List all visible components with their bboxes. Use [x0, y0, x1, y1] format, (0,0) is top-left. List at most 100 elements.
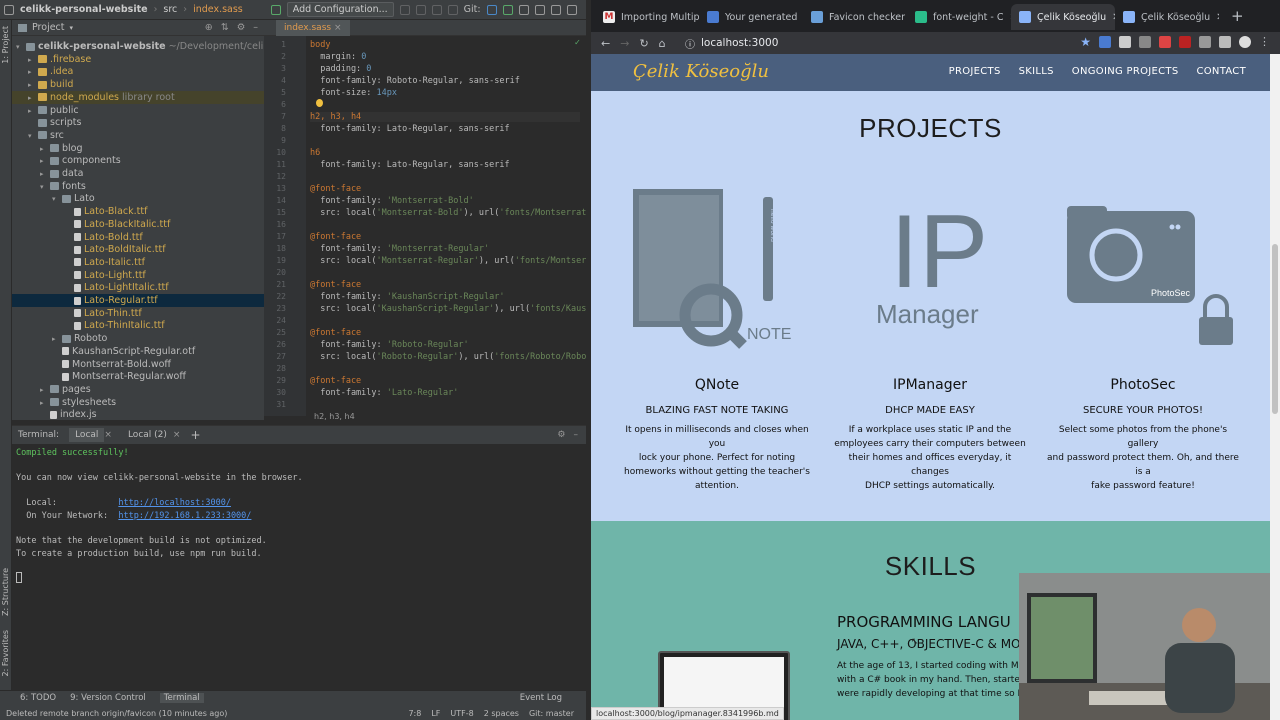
extension-icon[interactable]: [1139, 36, 1151, 48]
tree-file[interactable]: Montserrat-Bold.woff: [12, 358, 264, 371]
tree-file[interactable]: Lato-Regular.ttf: [12, 294, 264, 307]
add-configuration-button[interactable]: Add Configuration...: [286, 2, 394, 17]
qnote-logo[interactable]: hello world NOTE: [631, 189, 801, 349]
reload-icon[interactable]: ↻: [639, 37, 648, 50]
tree-folder[interactable]: ▸ .firebase: [12, 53, 264, 66]
locate-icon[interactable]: ⊕: [205, 22, 213, 33]
tool-window-project[interactable]: 1: Project: [1, 26, 10, 64]
tree-file[interactable]: Lato-BlackItalic.ttf: [12, 218, 264, 231]
git-branch[interactable]: Git: master: [529, 709, 574, 718]
nav-link-contact[interactable]: CONTACT: [1196, 66, 1246, 77]
editor-breadcrumb[interactable]: h2, h3, h4: [314, 412, 355, 421]
stop-icon[interactable]: [447, 4, 458, 15]
tree-file[interactable]: Lato-Bold.ttf: [12, 231, 264, 244]
gear-icon[interactable]: ⚙: [557, 430, 565, 440]
tree-folder[interactable]: ▸ components: [12, 154, 264, 167]
close-icon[interactable]: ×: [104, 430, 112, 440]
profile-avatar-icon[interactable]: [1239, 36, 1251, 48]
breadcrumb-project[interactable]: celikk-personal-website: [20, 4, 148, 15]
browser-tab[interactable]: Çelik Köseoğlu✕: [1115, 4, 1219, 30]
tree-file[interactable]: Montserrat-Regular.woff: [12, 370, 264, 383]
build-hammer-icon[interactable]: [270, 4, 281, 15]
search-everywhere-icon[interactable]: [566, 4, 577, 15]
git-update-icon[interactable]: [486, 4, 497, 15]
indent-setting[interactable]: 2 spaces: [484, 709, 519, 718]
close-icon[interactable]: ✕: [1216, 12, 1219, 23]
home-icon[interactable]: ⌂: [659, 37, 666, 50]
ipmanager-logo[interactable]: IP Manager: [845, 189, 1015, 349]
back-icon[interactable]: ←: [601, 37, 610, 50]
browser-tab[interactable]: Your generated✕: [699, 4, 803, 30]
tree-folder[interactable]: ▸ build: [12, 78, 264, 91]
page-scrollbar[interactable]: [1270, 54, 1280, 720]
project-name-ipmanager[interactable]: IPManager: [830, 377, 1030, 393]
tree-file[interactable]: index.js: [12, 408, 264, 421]
browser-tab[interactable]: MImporting Multip✕: [595, 4, 699, 30]
breadcrumb-file[interactable]: index.sass: [193, 4, 243, 15]
debug-icon[interactable]: [415, 4, 426, 15]
forward-icon[interactable]: →: [620, 37, 629, 50]
git-commit-icon[interactable]: [502, 4, 513, 15]
tree-file[interactable]: Lato-LightItalic.ttf: [12, 281, 264, 294]
project-name-qnote[interactable]: QNote: [617, 377, 817, 393]
translate-extension-icon[interactable]: [1099, 36, 1111, 48]
terminal-tab-local-2[interactable]: Local (2): [122, 428, 173, 442]
git-revert-icon[interactable]: [534, 4, 545, 15]
todo-button[interactable]: 6: TODO: [20, 693, 56, 703]
tree-folder[interactable]: ▸ node_modules library root: [12, 90, 264, 104]
tree-file[interactable]: Lato-Italic.ttf: [12, 256, 264, 269]
tree-file[interactable]: Lato-Black.ttf: [12, 205, 264, 218]
browser-tab[interactable]: font-weight - C✕: [907, 4, 1011, 30]
terminal-button[interactable]: Terminal: [159, 693, 204, 703]
tree-folder[interactable]: ▸ pages: [12, 383, 264, 396]
extension-icon[interactable]: [1119, 36, 1131, 48]
hide-icon[interactable]: –: [574, 430, 579, 440]
add-terminal-icon[interactable]: +: [190, 428, 200, 442]
tree-folder[interactable]: ▸ blog: [12, 142, 264, 155]
lightbulb-icon[interactable]: [316, 99, 323, 107]
tree-folder[interactable]: ▸ stylesheets: [12, 396, 264, 409]
breadcrumb-folder[interactable]: src: [163, 4, 177, 15]
hide-icon[interactable]: –: [253, 22, 258, 33]
info-icon[interactable]: ⓘ: [685, 36, 695, 51]
collapse-icon[interactable]: ⇅: [221, 22, 229, 33]
run-icon[interactable]: [399, 4, 410, 15]
terminal-link[interactable]: http://localhost:3000/: [118, 498, 231, 508]
extension-icon[interactable]: [1159, 36, 1171, 48]
extension-icon[interactable]: [1179, 36, 1191, 48]
gear-icon[interactable]: ⚙: [237, 22, 246, 33]
tree-file[interactable]: Lato-Thin.ttf: [12, 307, 264, 320]
close-icon[interactable]: ×: [334, 23, 342, 33]
address-bar[interactable]: ⓘ localhost:3000: [685, 34, 1081, 52]
project-structure-icon[interactable]: [550, 4, 561, 15]
editor-tab-index-sass[interactable]: index.sass ×: [276, 20, 350, 36]
tree-file[interactable]: KaushanScript-Regular.otf: [12, 345, 264, 358]
tree-folder[interactable]: ▸ Roboto: [12, 332, 264, 345]
tree-file[interactable]: Lato-Light.ttf: [12, 269, 264, 282]
browser-tab[interactable]: Çelik Köseoğlu✕: [1011, 4, 1115, 30]
chevron-down-icon[interactable]: ▾: [70, 24, 74, 32]
browser-tab[interactable]: Favicon checker✕: [803, 4, 907, 30]
tree-folder[interactable]: scripts: [12, 116, 264, 129]
nav-link-projects[interactable]: PROJECTS: [949, 66, 1001, 77]
menu-kebab-icon[interactable]: ⋮: [1259, 36, 1270, 48]
terminal-tab-local[interactable]: Local: [69, 428, 105, 442]
project-view-selector[interactable]: Project: [32, 22, 65, 33]
scrollbar-thumb[interactable]: [1272, 244, 1278, 414]
tool-window-structure[interactable]: Z: Structure: [1, 568, 10, 616]
extension-icon[interactable]: [1199, 36, 1211, 48]
camera-extension-icon[interactable]: [1219, 36, 1231, 48]
file-encoding[interactable]: UTF-8: [450, 709, 473, 718]
close-icon[interactable]: ×: [173, 430, 181, 440]
status-message[interactable]: Deleted remote branch origin/favicon (10…: [6, 709, 227, 718]
tree-folder[interactable]: ▾ fonts: [12, 180, 264, 193]
git-history-icon[interactable]: [518, 4, 529, 15]
tool-window-favorites[interactable]: 2: Favorites: [1, 630, 10, 676]
tree-file[interactable]: Lato-ThinItalic.ttf: [12, 319, 264, 332]
version-control-button[interactable]: 9: Version Control: [70, 693, 146, 703]
tree-folder[interactable]: ▸ public: [12, 104, 264, 117]
nav-link-skills[interactable]: SKILLS: [1019, 66, 1054, 77]
site-logo[interactable]: Çelik Köseoğlu: [633, 61, 769, 82]
line-separator[interactable]: LF: [431, 709, 440, 718]
tree-folder[interactable]: ▾ src: [12, 129, 264, 142]
